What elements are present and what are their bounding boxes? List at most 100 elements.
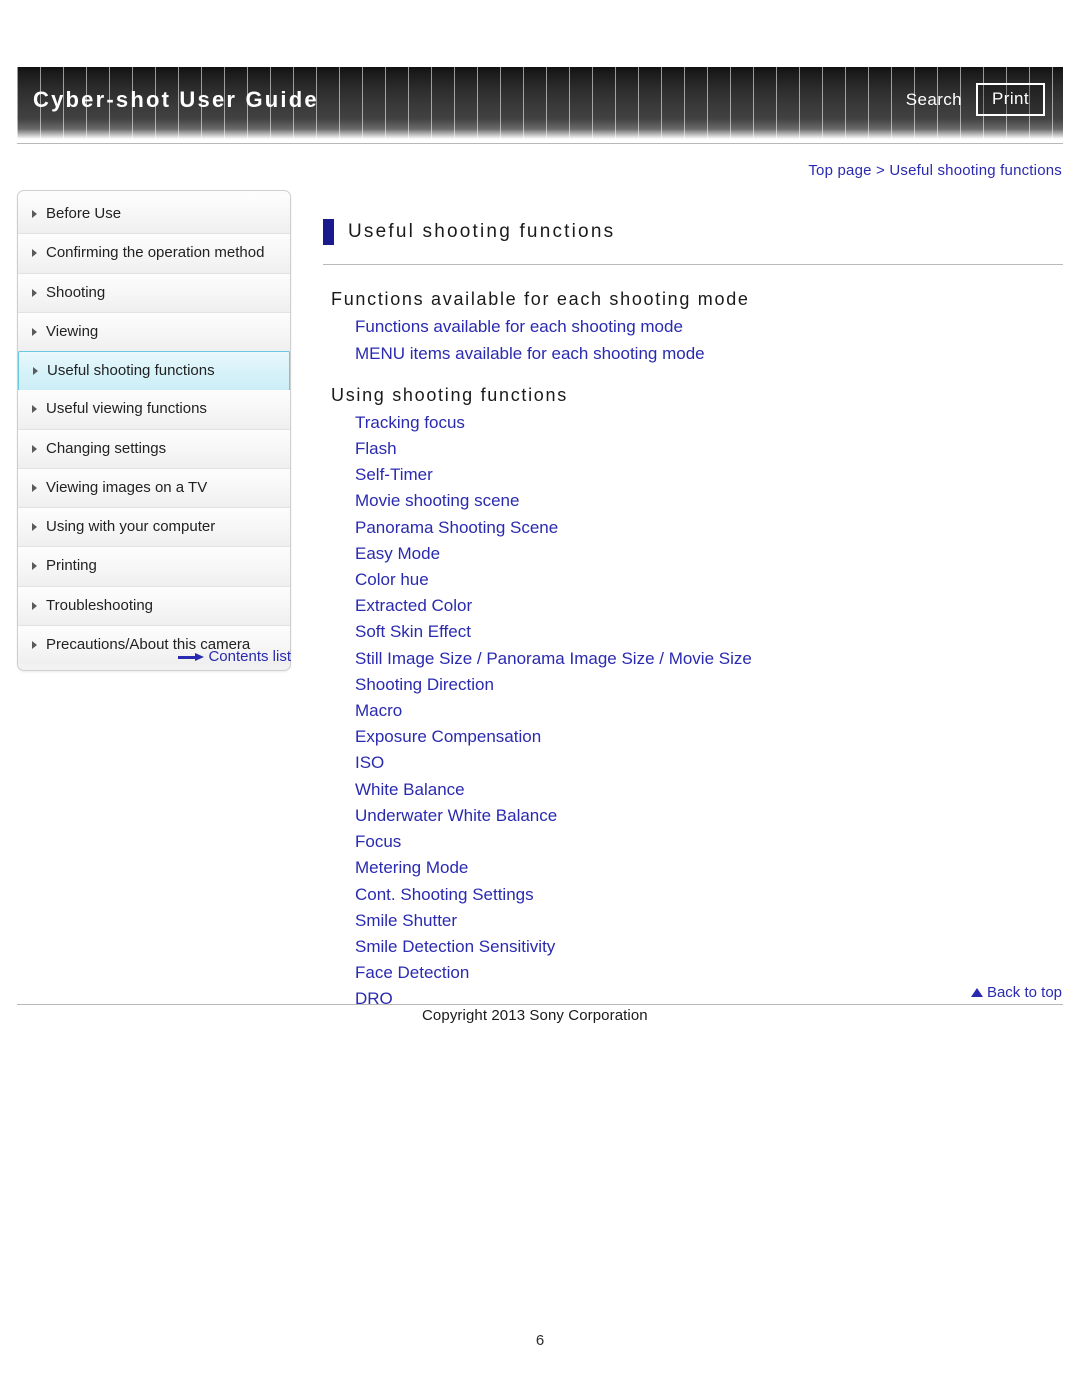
triangle-up-icon [970,988,983,997]
sidebar-item-label: Viewing [46,322,99,340]
sidebar-item-label: Shooting [46,283,106,301]
contents-list-label: Contents list [208,648,291,665]
breadcrumb[interactable]: Top page > Useful shooting functions [808,162,1062,179]
header-divider [17,143,1063,144]
sidebar-item-shooting[interactable]: Shooting [18,273,290,313]
link-tracking-focus[interactable]: Tracking focus [355,410,1063,436]
list-item: Soft Skin Effect [355,619,1063,645]
page-title-row: Useful shooting functions [323,208,1063,266]
list-item: MENU items available for each shooting m… [355,341,1063,367]
list-item: Flash [355,436,1063,462]
page-title: Useful shooting functions [348,220,616,242]
sidebar-item-label: Confirming the operation method [46,244,265,262]
link-extracted-color[interactable]: Extracted Color [355,593,1063,619]
footer-divider [17,1004,1063,1005]
sidebar-item-using-with-your-computer[interactable]: Using with your computer [18,508,290,548]
link-easy-mode[interactable]: Easy Mode [355,541,1063,567]
header-background: Cyber-shot User Guide Search Print [17,67,1063,139]
nav-caret-icon [32,210,37,218]
link-focus[interactable]: Focus [355,829,1063,855]
sidebar-item-label: Printing [46,557,97,575]
list-item: Tracking focus [355,410,1063,436]
sidebar-item-label: Useful viewing functions [46,400,207,418]
link-panorama-shooting-scene[interactable]: Panorama Shooting Scene [355,515,1063,541]
link-macro[interactable]: Macro [355,698,1063,724]
copyright-text: Copyright 2013 Sony Corporation [422,1007,648,1024]
nav-caret-icon [32,601,37,610]
link-underwater-white-balance[interactable]: Underwater White Balance [355,803,1063,829]
link-shooting-direction[interactable]: Shooting Direction [355,672,1063,698]
sidebar-item-useful-shooting-functions[interactable]: Useful shooting functions [18,351,290,392]
breadcrumb-current: Useful shooting functions [889,162,1062,179]
nav-caret-icon [32,327,37,336]
contents-list-link[interactable]: Contents list [17,648,291,665]
sidebar-item-changing-settings[interactable]: Changing settings [18,429,290,469]
link-movie-shooting-scene[interactable]: Movie shooting scene [355,488,1063,514]
sidebar-item-label: Using with your computer [46,518,216,535]
nav-caret-icon [32,288,37,297]
page-number: 6 [535,1332,545,1349]
link-list-functions-available: Functions available for each shooting mo… [355,314,1063,366]
sidebar-nav: Before Use Confirming the operation meth… [17,190,291,671]
sidebar-item-label: Viewing images on a TV [46,478,208,496]
link-smile-shutter[interactable]: Smile Shutter [355,908,1063,934]
list-item: Face Detection [355,960,1063,986]
link-menu-items-available-for-each-shooting-mode[interactable]: MENU items available for each shooting m… [355,341,1063,367]
sidebar-item-useful-viewing-functions[interactable]: Useful viewing functions [18,390,290,430]
search-link[interactable]: Search [906,90,962,110]
nav-caret-icon [32,249,37,258]
section-heading-using-shooting-functions: Using shooting functions [331,384,568,405]
list-item: Extracted Color [355,593,1063,619]
link-functions-available-for-each-shooting-mode[interactable]: Functions available for each shooting mo… [355,314,1063,340]
section-heading-functions-available: Functions available for each shooting mo… [331,289,750,310]
list-item: Metering Mode [355,855,1063,881]
link-white-balance[interactable]: White Balance [355,777,1063,803]
link-smile-detection-sensitivity[interactable]: Smile Detection Sensitivity [355,934,1063,960]
header-actions: Search Print [906,83,1045,116]
breadcrumb-separator: > [876,162,886,179]
sidebar-item-label: Before Use [46,205,122,222]
link-exposure-compensation[interactable]: Exposure Compensation [355,724,1063,750]
link-still-image-size-panorama-image-size-movie-size[interactable]: Still Image Size / Panorama Image Size /… [355,646,1063,672]
nav-caret-icon [32,444,37,453]
link-self-timer[interactable]: Self-Timer [355,462,1063,488]
link-color-hue[interactable]: Color hue [355,567,1063,593]
back-to-top-link[interactable]: Back to top [970,984,1062,1001]
link-face-detection[interactable]: Face Detection [355,960,1063,986]
sidebar-item-before-use[interactable]: Before Use [18,195,290,235]
list-item: Focus [355,829,1063,855]
list-item: Color hue [355,567,1063,593]
nav-caret-icon [32,562,37,571]
sidebar-item-troubleshooting[interactable]: Troubleshooting [18,586,290,626]
sidebar-item-confirming-the-operation-method[interactable]: Confirming the operation method [18,234,290,274]
sidebar-item-label: Changing settings [46,439,167,457]
sidebar-item-label: Useful shooting functions [47,362,215,379]
arrow-right-icon [178,653,205,662]
main-content: Useful shooting functions Functions avai… [323,208,1063,1013]
list-item: ISO [355,750,1063,776]
link-metering-mode[interactable]: Metering Mode [355,855,1063,881]
list-item: Underwater White Balance [355,803,1063,829]
list-item: Panorama Shooting Scene [355,515,1063,541]
nav-caret-icon [33,367,38,375]
link-iso[interactable]: ISO [355,750,1063,776]
list-item: Still Image Size / Panorama Image Size /… [355,646,1063,672]
nav-caret-icon [32,523,37,531]
breadcrumb-root[interactable]: Top page [808,162,871,179]
list-item: White Balance [355,777,1063,803]
sidebar-item-printing[interactable]: Printing [18,547,290,587]
sidebar-item-viewing-images-on-a-tv[interactable]: Viewing images on a TV [18,468,290,508]
list-item: Functions available for each shooting mo… [355,314,1063,340]
print-button[interactable]: Print [976,83,1045,116]
link-soft-skin-effect[interactable]: Soft Skin Effect [355,619,1063,645]
site-title: Cyber-shot User Guide [33,87,319,112]
list-item: Self-Timer [355,462,1063,488]
sidebar-item-label: Troubleshooting [46,596,154,614]
sidebar-item-viewing[interactable]: Viewing [18,312,290,352]
list-item: Cont. Shooting Settings [355,882,1063,908]
back-to-top-label: Back to top [986,984,1062,1001]
link-flash[interactable]: Flash [355,436,1063,462]
link-cont-shooting-settings[interactable]: Cont. Shooting Settings [355,882,1063,908]
nav-caret-icon [32,483,37,492]
list-item: Exposure Compensation [355,724,1063,750]
